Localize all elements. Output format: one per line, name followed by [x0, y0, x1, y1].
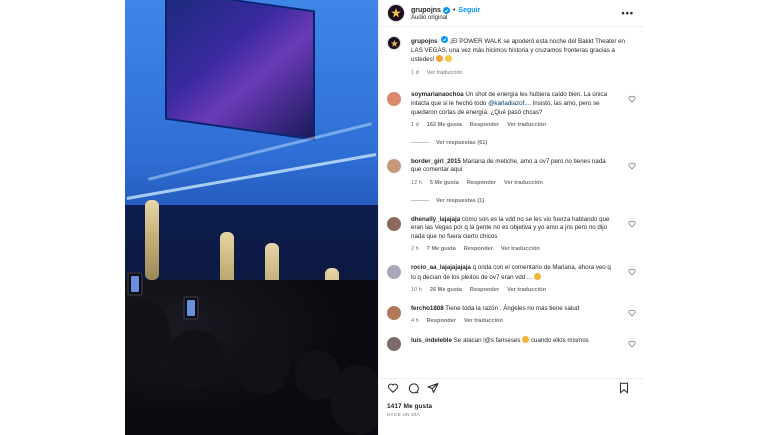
avatar[interactable] [387, 4, 405, 22]
avatar[interactable] [387, 305, 401, 320]
comment-likes[interactable]: 5 Me gusta [430, 179, 459, 188]
comment-username[interactable]: soymarianaochoa [411, 91, 464, 98]
audience-phone [183, 296, 199, 320]
reply-button[interactable]: Responder [427, 317, 456, 326]
comment-text: Se atacan l@s fanseses [453, 336, 521, 344]
comment-likes[interactable]: 162 Me gusta [427, 121, 462, 130]
instagram-post-view: grupojns • Seguir Audio original ••• gru… [0, 0, 768, 435]
comment-icon[interactable] [407, 382, 419, 394]
audience-head [235, 335, 290, 395]
bookmark-icon[interactable] [618, 382, 630, 394]
brand-logo-icon [390, 39, 398, 47]
heart-icon[interactable] [628, 309, 636, 317]
comment-username[interactable]: fercho1808 [411, 305, 444, 312]
comment-item: fercho1808 Tiene toda la razón . Ángeles… [379, 305, 644, 326]
comment-time: 12 h [411, 179, 422, 186]
heart-icon[interactable] [628, 95, 636, 103]
comment-time: 2 h [411, 246, 419, 253]
replies-divider [411, 200, 429, 202]
post-sidebar: grupojns • Seguir Audio original ••• gru… [378, 0, 644, 435]
reply-button[interactable]: Responder [470, 286, 499, 295]
comment-item: rocio_aa_lajajajajaja q onda con el come… [379, 264, 644, 295]
reply-button[interactable]: Responder [470, 121, 499, 130]
action-bar [379, 378, 644, 396]
translate-link[interactable]: Ver traducción [507, 121, 546, 130]
heart-icon[interactable] [387, 382, 399, 394]
follow-button[interactable]: Seguir [458, 6, 480, 15]
audience-head [330, 365, 378, 435]
share-icon[interactable] [427, 382, 439, 394]
verified-badge-icon [442, 6, 450, 14]
avatar[interactable] [387, 216, 401, 231]
view-replies-label: Ver respuestas (61) [436, 139, 488, 146]
audience-phone [127, 272, 143, 296]
comment-username[interactable]: rocio_aa_lajajajajaja [411, 264, 471, 271]
avatar[interactable] [387, 336, 401, 351]
caption-username[interactable]: grupojns [411, 38, 437, 45]
verified-badge-icon [441, 36, 449, 43]
caption: grupojns ¡El POWER WALK se apoderó esta … [379, 36, 644, 77]
sparkle-emoji-icon [444, 55, 452, 63]
avatar[interactable] [387, 264, 401, 279]
comment-username[interactable]: luis_indeleble [411, 337, 452, 344]
comment-item: border_girl_2015 Mariana de metiche, amo… [379, 158, 644, 188]
heart-icon[interactable] [628, 220, 636, 228]
translate-link[interactable]: Ver traducción [507, 286, 546, 295]
heart-icon[interactable] [628, 268, 636, 276]
post-author-username[interactable]: grupojns [411, 6, 441, 15]
emoji-icon [522, 335, 530, 343]
likes-count[interactable]: 1417 Me gusta [387, 403, 432, 410]
more-options-icon[interactable]: ••• [622, 8, 634, 18]
stage-led-screen [165, 0, 315, 141]
performer [145, 200, 159, 280]
view-replies-label: Ver respuestas (1) [436, 197, 485, 204]
translate-link[interactable]: Ver traducción [501, 245, 540, 254]
comment-likes[interactable]: 7 Me gusta [427, 245, 456, 254]
heart-icon[interactable] [628, 162, 636, 170]
comments-list[interactable]: grupojns ¡El POWER WALK se apoderó esta … [379, 36, 644, 374]
comment-likes[interactable]: 26 Me gusta [430, 286, 462, 295]
comment-item: luis_indeleble Se atacan l@s fanseses cu… [379, 335, 644, 351]
separator-dot: • [452, 6, 456, 14]
fire-emoji-icon [436, 55, 444, 63]
comment-text: cuando ellos mismos [530, 336, 589, 344]
reply-button[interactable]: Responder [464, 245, 493, 254]
comment-item: dhenally_lajajaja cómo son es la vdd no … [379, 216, 644, 254]
translate-link[interactable]: Ver traducción [427, 69, 463, 78]
comment-username[interactable]: border_girl_2015 [411, 158, 461, 165]
translate-link[interactable]: Ver traducción [464, 317, 503, 326]
view-replies-button[interactable]: Ver respuestas (1) [411, 198, 644, 204]
video-player[interactable] [125, 0, 378, 435]
comment-time: 1 d [411, 122, 419, 129]
emoji-icon [533, 272, 541, 280]
comment-text: Tiene toda la razón . Ángeles no más tie… [445, 304, 580, 312]
avatar[interactable] [387, 36, 401, 50]
avatar[interactable] [387, 158, 401, 173]
audience-head [165, 330, 225, 390]
heart-icon[interactable] [628, 340, 636, 348]
post-age: HACE UN DÍA [387, 412, 420, 417]
comment-time: 10 h [411, 287, 422, 294]
comment-mention[interactable]: @karladiazof.... [488, 100, 531, 107]
reply-button[interactable]: Responder [467, 179, 496, 188]
comment-item: soymarianaochoa Un shot de energía les h… [379, 91, 644, 129]
replies-divider [411, 142, 429, 144]
avatar[interactable] [387, 92, 401, 107]
translate-link[interactable]: Ver traducción [504, 179, 543, 188]
audio-link[interactable]: Audio original [411, 15, 480, 21]
brand-logo-icon [391, 8, 401, 18]
comment-username[interactable]: dhenally_lajajaja [411, 216, 460, 223]
caption-time: 1 d [411, 69, 419, 76]
comment-time: 4 h [411, 318, 419, 325]
post-header: grupojns • Seguir Audio original ••• [379, 0, 644, 27]
view-replies-button[interactable]: Ver respuestas (61) [411, 140, 644, 146]
